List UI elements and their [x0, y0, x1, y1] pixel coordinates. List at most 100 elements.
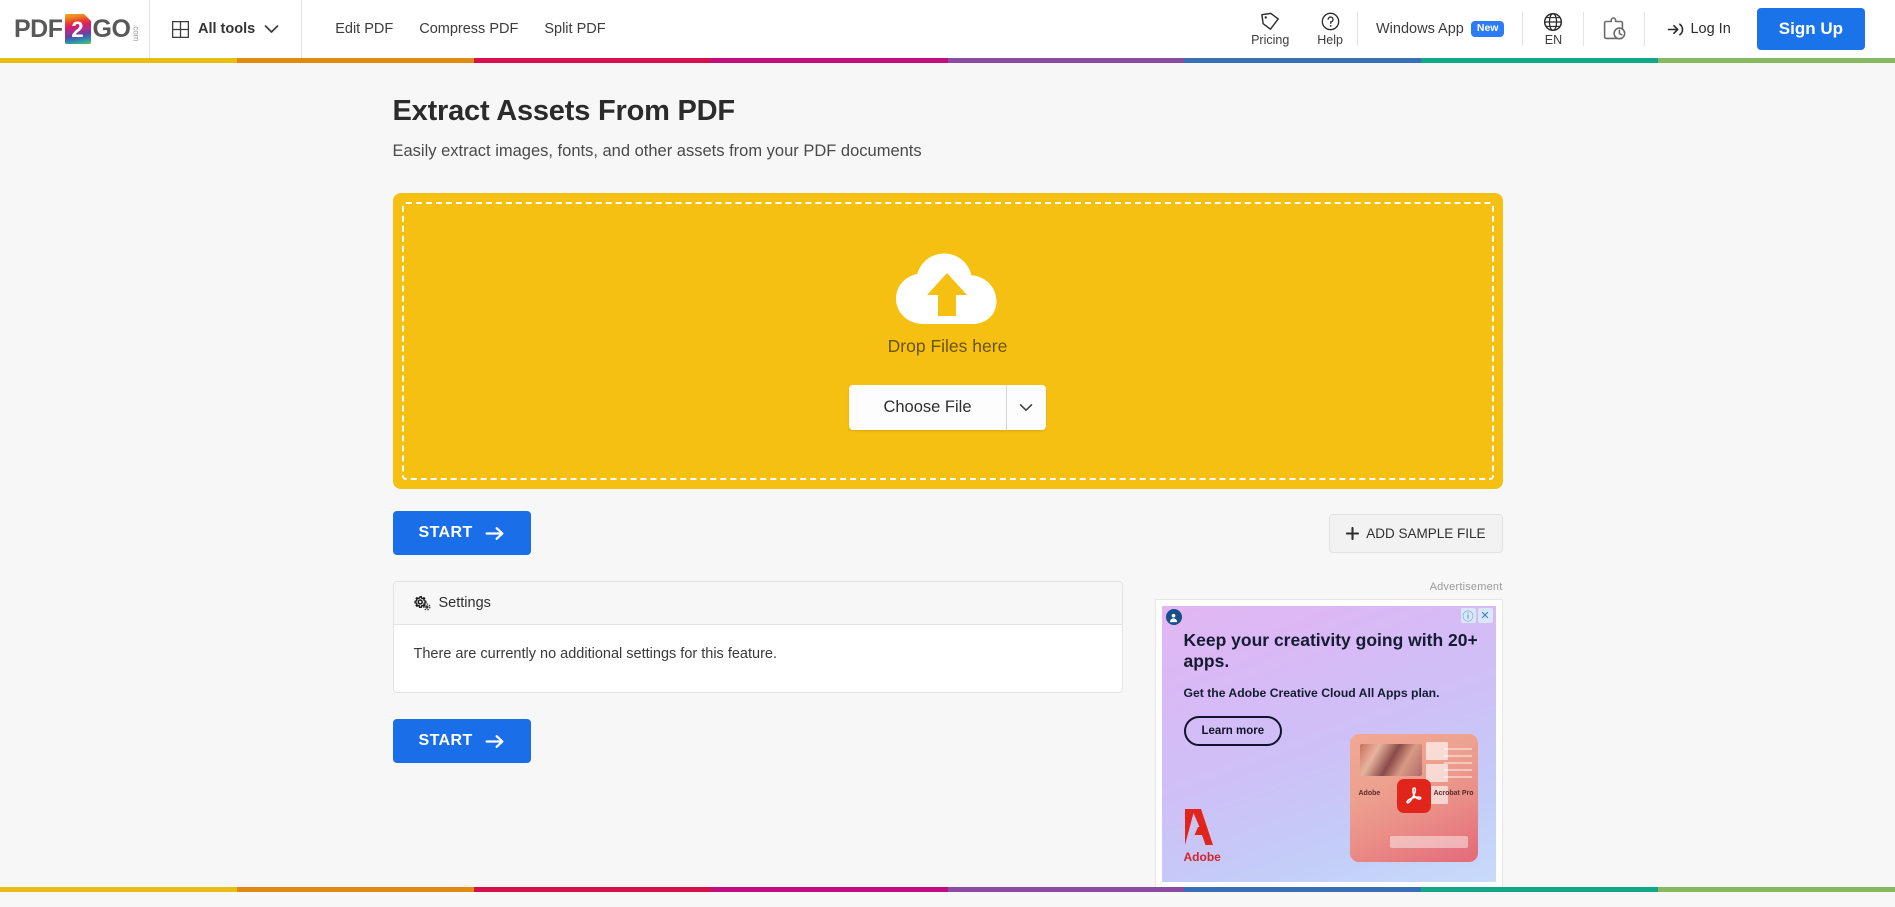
help-link[interactable]: Help [1303, 0, 1357, 58]
stripe-segment-magenta [711, 887, 948, 892]
stripe-segment-blue [1184, 887, 1421, 892]
help-circle-icon [1321, 12, 1340, 31]
help-label: Help [1317, 33, 1343, 47]
sign-in-arrow-icon [1667, 21, 1684, 38]
adobe-logo-text: Adobe [1184, 850, 1242, 864]
stripe-segment-magenta [711, 58, 948, 63]
language-label: EN [1545, 33, 1562, 47]
rainbow-stripe-top [0, 58, 1895, 63]
choose-file-button[interactable]: Choose File [849, 385, 1006, 430]
windows-app-label: Windows App [1376, 21, 1464, 37]
ad-art-label-right: Acrobat Pro [1433, 790, 1473, 797]
logo-suffix: .com [131, 24, 140, 44]
nav-link-edit-pdf[interactable]: Edit PDF [322, 0, 406, 58]
ad-art-lines [1444, 748, 1472, 783]
primary-nav: Edit PDF Compress PDF Split PDF [302, 0, 618, 58]
rainbow-stripe-bottom [0, 887, 1895, 892]
start-button-top[interactable]: START [393, 511, 531, 555]
top-header: PDF 2 GO .com All tools Edit PDF Compres… [0, 0, 1895, 58]
ad-subline: Get the Adobe Creative Cloud All Apps pl… [1184, 686, 1484, 700]
stripe-segment-yellow [0, 887, 237, 892]
file-dropzone[interactable]: Drop Files here Choose File [393, 193, 1503, 489]
settings-card: Settings There are currently no addition… [393, 581, 1123, 693]
cogs-icon [414, 596, 431, 611]
ad-controls: ⓘ ✕ [1461, 608, 1493, 623]
start-button-bottom[interactable]: START [393, 719, 531, 763]
advertisement-label: Advertisement [1155, 581, 1503, 593]
settings-title: Settings [439, 595, 491, 611]
pricing-link[interactable]: Pricing [1237, 0, 1303, 58]
language-selector[interactable]: EN [1523, 0, 1583, 58]
adobe-logo: Adobe [1184, 808, 1242, 864]
acrobat-icon [1397, 779, 1431, 813]
choose-file-group: Choose File [849, 385, 1045, 430]
adchoices-icon[interactable] [1166, 609, 1182, 625]
settings-header: Settings [394, 582, 1122, 625]
ad-art-bottom-bar [1390, 836, 1468, 848]
ad-headline: Keep your creativity going with 20+ apps… [1184, 630, 1480, 673]
arrow-right-icon [485, 734, 505, 749]
grid-icon [172, 21, 189, 38]
dropzone-label: Drop Files here [888, 336, 1008, 357]
adobe-ad-creative[interactable]: ⓘ ✕ Keep your creativity going with 20+ … [1162, 606, 1496, 882]
stripe-segment-green [1658, 887, 1895, 892]
stripe-segment-blue [1184, 58, 1421, 63]
stripe-segment-green [1658, 58, 1895, 63]
advertisement-box: ⓘ ✕ Keep your creativity going with 20+ … [1155, 599, 1503, 889]
logo-graphic: PDF 2 GO .com [14, 14, 140, 44]
ad-close-icon[interactable]: ✕ [1478, 608, 1493, 623]
cloud-upload-icon [895, 252, 999, 330]
page-title: Extract Assets From PDF [393, 95, 1503, 128]
settings-empty-message: There are currently no additional settin… [394, 625, 1122, 692]
site-logo[interactable]: PDF 2 GO .com [0, 0, 150, 58]
chevron-down-icon [264, 24, 279, 34]
log-in-label: Log In [1690, 21, 1730, 37]
chevron-down-icon [1019, 403, 1033, 412]
content-container: Extract Assets From PDF Easily extract i… [393, 95, 1503, 907]
main-content: Extract Assets From PDF Easily extract i… [0, 63, 1895, 907]
logo-page-icon: 2 [65, 14, 91, 44]
stripe-segment-orange [237, 887, 474, 892]
history-button[interactable] [1584, 0, 1644, 58]
pricing-label: Pricing [1251, 33, 1289, 47]
stripe-segment-crimson [474, 887, 711, 892]
plus-icon [1346, 527, 1359, 540]
stripe-segment-crimson [474, 58, 711, 63]
start-label: START [419, 524, 473, 542]
ad-art-label-left: Adobe [1359, 790, 1381, 797]
lower-section: Settings There are currently no addition… [393, 581, 1503, 907]
stripe-segment-teal [1421, 58, 1658, 63]
advertisement-column: Advertisement ⓘ ✕ Kee [1155, 581, 1503, 907]
stripe-segment-orange [237, 58, 474, 63]
ad-learn-more-button[interactable]: Learn more [1184, 716, 1283, 746]
nav-link-compress-pdf[interactable]: Compress PDF [406, 0, 531, 58]
logo-text-left: PDF [14, 15, 63, 44]
logo-mark-digit: 2 [71, 19, 83, 41]
logo-text-right: GO [93, 15, 131, 44]
stripe-segment-teal [1421, 887, 1658, 892]
add-sample-file-button[interactable]: ADD SAMPLE FILE [1329, 514, 1502, 553]
settings-column: Settings There are currently no addition… [393, 581, 1123, 907]
primary-action-row: START ADD SAMPLE FILE [393, 511, 1503, 555]
arrow-right-icon [485, 526, 505, 541]
stripe-segment-purple [948, 887, 1185, 892]
stripe-segment-yellow [0, 58, 237, 63]
choose-file-dropdown-button[interactable] [1007, 385, 1046, 430]
stripe-segment-purple [948, 58, 1185, 63]
ad-info-icon[interactable]: ⓘ [1461, 608, 1476, 623]
ad-artwork: Adobe Acrobat Pro [1350, 734, 1478, 862]
all-tools-label: All tools [198, 21, 255, 37]
nav-link-split-pdf[interactable]: Split PDF [531, 0, 618, 58]
globe-icon [1543, 12, 1563, 32]
sign-up-button[interactable]: Sign Up [1757, 8, 1865, 50]
clipboard-clock-icon [1601, 16, 1627, 42]
windows-app-link[interactable]: Windows App New [1358, 0, 1522, 58]
add-sample-file-label: ADD SAMPLE FILE [1366, 526, 1485, 541]
ad-art-photo-thumb [1360, 744, 1422, 776]
new-badge: New [1471, 21, 1505, 37]
dropzone-content: Drop Files here Choose File [849, 252, 1045, 430]
price-tag-icon [1261, 12, 1280, 31]
log-in-button[interactable]: Log In [1645, 0, 1748, 58]
all-tools-menu[interactable]: All tools [150, 0, 302, 58]
start-label: START [419, 732, 473, 750]
